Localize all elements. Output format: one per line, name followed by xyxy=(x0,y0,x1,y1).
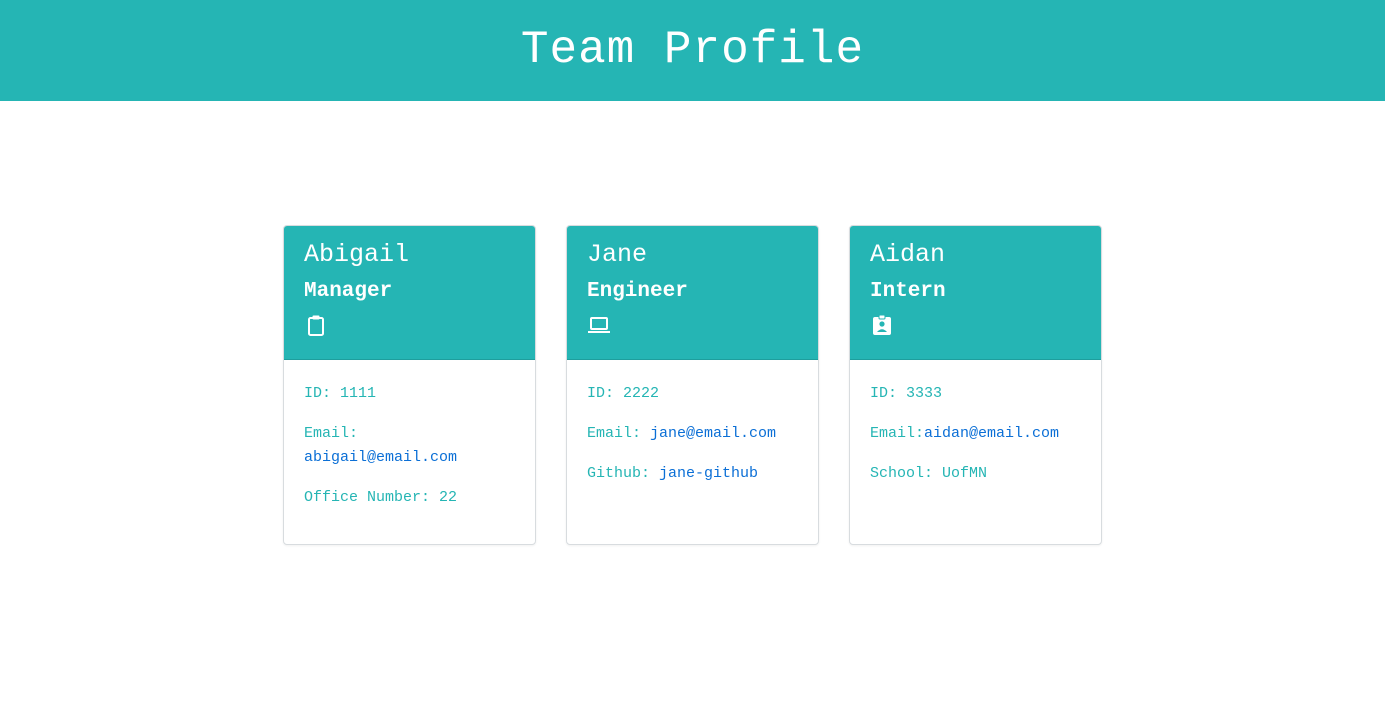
card-body: ID: 1111 Email: abigail@email.com Office … xyxy=(284,360,535,510)
employee-card-intern: Aidan Intern ID: 3333 Email:aidan@email.… xyxy=(849,225,1102,545)
card-body: ID: 2222 Email: jane@email.com Github: j… xyxy=(567,360,818,486)
card-header: Aidan Intern xyxy=(850,226,1101,360)
employee-card-engineer: Jane Engineer ID: 2222 Email: jane@email… xyxy=(566,225,819,545)
page-title: Team Profile xyxy=(520,23,865,76)
page-header: Team Profile xyxy=(0,0,1385,101)
employee-role: Engineer xyxy=(587,280,688,303)
id-badge-icon xyxy=(873,314,891,335)
employee-email-row: Email: jane@email.com xyxy=(587,422,798,446)
github-row: Github: jane-github xyxy=(587,462,798,486)
email-link[interactable]: jane@email.com xyxy=(650,425,776,442)
employee-name: Jane xyxy=(587,240,648,269)
team-cards: Abigail Manager ID: 1111 Email: abigail@e… xyxy=(283,225,1102,545)
github-label: Github: xyxy=(587,465,660,482)
employee-role: Intern xyxy=(870,280,946,303)
email-label: Email: xyxy=(304,425,359,442)
employee-id: ID: 3333 xyxy=(870,385,943,402)
email-label: Email: xyxy=(587,425,651,442)
card-header: Jane Engineer xyxy=(567,226,818,360)
employee-id: ID: 1111 xyxy=(304,385,377,402)
employee-role: Manager xyxy=(304,280,393,303)
email-link[interactable]: abigail@email.com xyxy=(304,449,457,466)
email-label: Email: xyxy=(870,425,925,442)
clipboard-icon xyxy=(308,315,324,336)
employee-card-manager: Abigail Manager ID: 1111 Email: abigail@e… xyxy=(283,225,536,545)
employee-email-row: Email:aidan@email.com xyxy=(870,422,1081,446)
employee-name: Abigail xyxy=(304,240,410,269)
school-row: School: UofMN xyxy=(870,465,988,482)
card-body: ID: 3333 Email:aidan@email.com School: U… xyxy=(850,360,1101,486)
email-link[interactable]: aidan@email.com xyxy=(924,425,1059,442)
laptop-icon xyxy=(588,317,610,333)
employee-email-row: Email: abigail@email.com xyxy=(304,422,515,470)
employee-name: Aidan xyxy=(870,240,946,269)
github-link[interactable]: jane-github xyxy=(659,465,758,482)
employee-id: ID: 2222 xyxy=(587,385,660,402)
card-header: Abigail Manager xyxy=(284,226,535,360)
office-number: Office Number: 22 xyxy=(304,489,458,506)
